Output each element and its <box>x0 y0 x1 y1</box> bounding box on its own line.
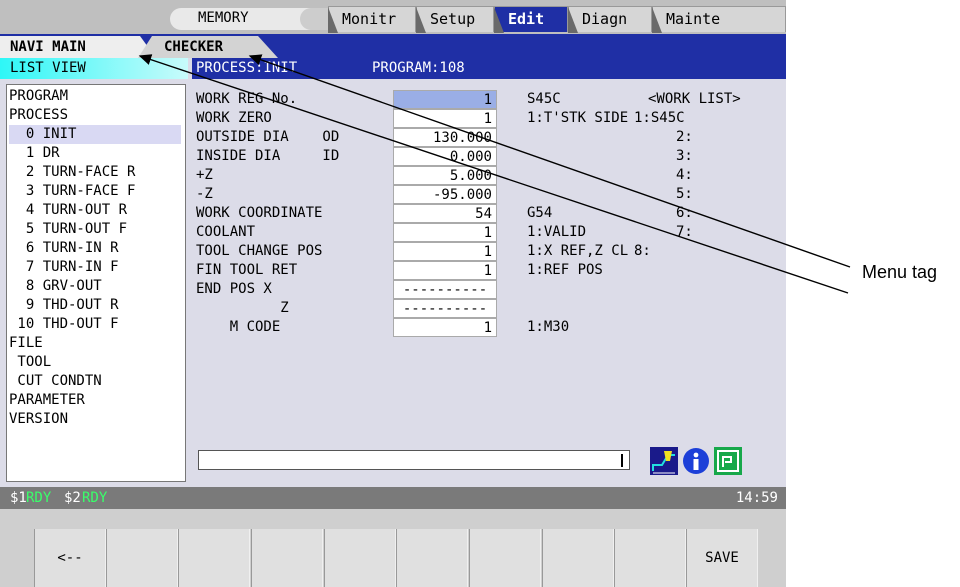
annotation-arrow <box>248 54 851 268</box>
annotation-arrow <box>138 54 849 294</box>
annotation-label: Menu tag <box>862 262 938 282</box>
annotation-overlay <box>138 54 851 294</box>
